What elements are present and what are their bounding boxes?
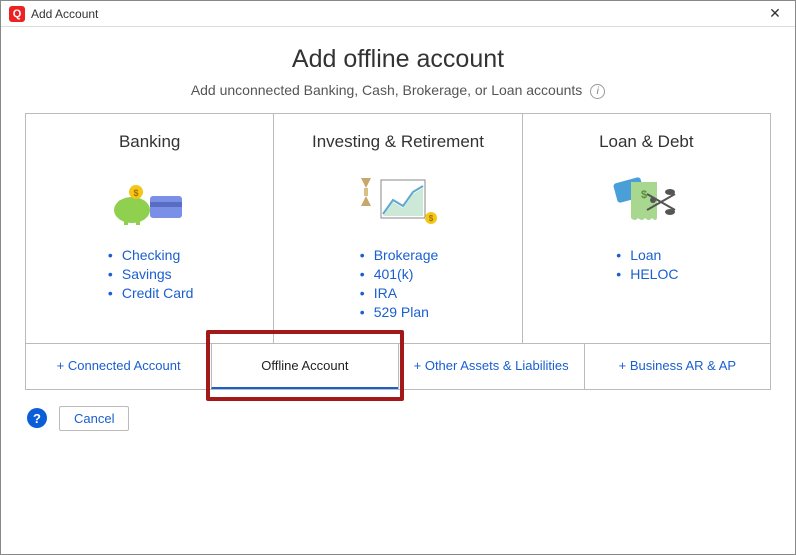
tab-offline-label: Offline Account — [261, 358, 348, 373]
loan-icon: $ — [533, 170, 760, 230]
tab-other-assets[interactable]: + Other Assets & Liabilities — [398, 344, 584, 389]
info-icon[interactable]: i — [590, 84, 605, 99]
categories-row: Banking $ Checking Savings Credit Card — [26, 114, 770, 343]
sub-heading-text: Add unconnected Banking, Cash, Brokerage… — [191, 82, 582, 98]
tabs-row: + Connected Account Offline Account + Ot… — [26, 343, 770, 389]
footer: ? Cancel — [1, 390, 795, 447]
link-ira[interactable]: IRA — [358, 285, 439, 301]
category-banking: Banking $ Checking Savings Credit Card — [26, 114, 273, 343]
category-title: Loan & Debt — [533, 132, 760, 152]
categories-box: Banking $ Checking Savings Credit Card — [25, 113, 771, 390]
link-checking[interactable]: Checking — [106, 247, 194, 263]
link-529-plan[interactable]: 529 Plan — [358, 304, 439, 320]
link-savings[interactable]: Savings — [106, 266, 194, 282]
svg-text:$: $ — [429, 214, 434, 223]
category-title: Banking — [36, 132, 263, 152]
link-401k[interactable]: 401(k) — [358, 266, 439, 282]
category-loan: Loan & Debt $ Loan HELOC — [522, 114, 770, 343]
title-bar: Q Add Account ✕ — [1, 1, 795, 27]
tab-business-ar-ap[interactable]: + Business AR & AP — [584, 344, 770, 389]
link-list-banking: Checking Savings Credit Card — [106, 244, 194, 304]
main-heading: Add offline account — [1, 45, 795, 74]
category-investing: Investing & Retirement $ Brokerage 401(k… — [273, 114, 521, 343]
tab-connected-account[interactable]: + Connected Account — [26, 344, 211, 389]
link-heloc[interactable]: HELOC — [614, 266, 678, 282]
cancel-button[interactable]: Cancel — [59, 406, 129, 431]
svg-text:$: $ — [641, 189, 647, 201]
banking-icon: $ — [36, 170, 263, 230]
help-icon[interactable]: ? — [27, 408, 47, 428]
link-brokerage[interactable]: Brokerage — [358, 247, 439, 263]
link-list-investing: Brokerage 401(k) IRA 529 Plan — [358, 244, 439, 323]
app-icon: Q — [9, 6, 25, 22]
link-credit-card[interactable]: Credit Card — [106, 285, 194, 301]
svg-text:$: $ — [133, 188, 138, 198]
link-loan[interactable]: Loan — [614, 247, 678, 263]
window-title: Add Account — [31, 7, 763, 21]
category-title: Investing & Retirement — [284, 132, 511, 152]
tab-offline-account[interactable]: Offline Account — [211, 344, 397, 389]
investing-icon: $ — [284, 170, 511, 230]
link-list-loan: Loan HELOC — [614, 244, 678, 285]
sub-heading: Add unconnected Banking, Cash, Brokerage… — [1, 82, 795, 99]
close-icon[interactable]: ✕ — [763, 5, 787, 22]
